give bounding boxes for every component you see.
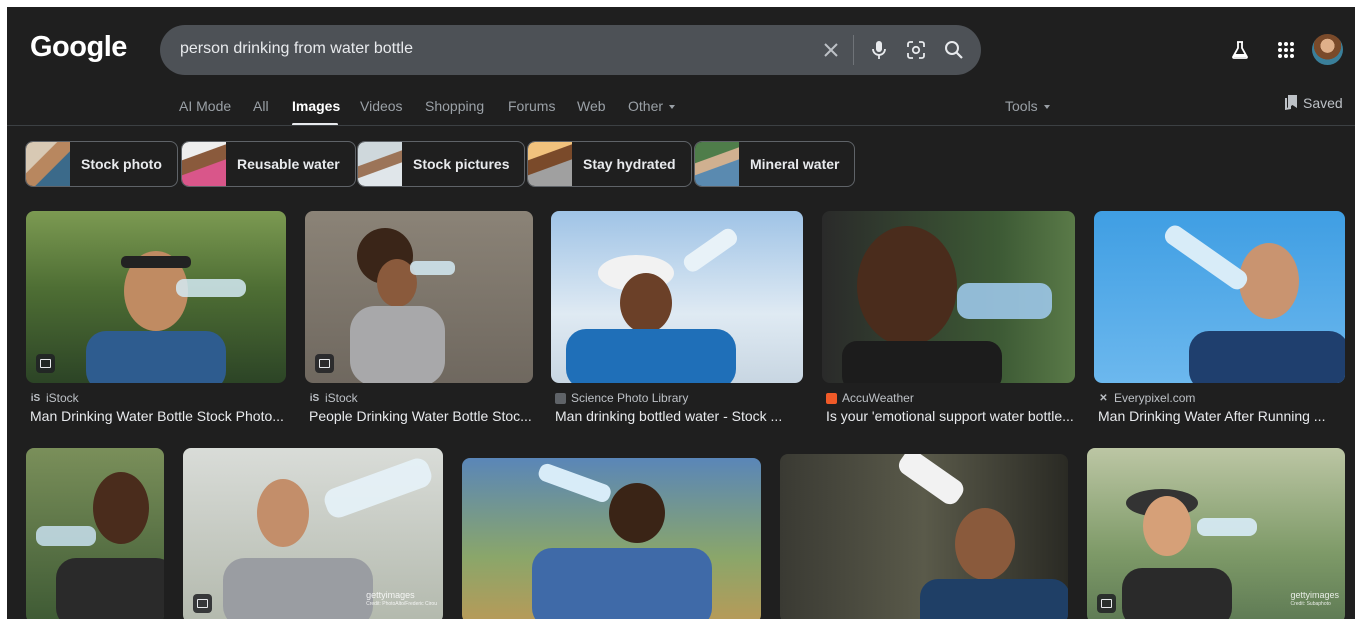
chip-label: Mineral water (750, 156, 840, 172)
lens-icon[interactable] (904, 38, 928, 62)
photo-placeholder (36, 472, 164, 619)
source-label: AccuWeather (842, 391, 914, 405)
photo-placeholder (566, 228, 738, 383)
accuweather-icon (826, 392, 837, 404)
getty-watermark: gettyimages Credit: PhotoAlto/Frederic Ci… (366, 591, 437, 609)
result-title[interactable]: Man Drinking Water After Running ... (1098, 408, 1346, 424)
chip-thumbnail (695, 142, 739, 186)
tools-button[interactable]: Tools (1005, 98, 1050, 114)
result-title[interactable]: Man Drinking Water Bottle Stock Photo... (30, 408, 286, 424)
science-photo-library-icon (555, 392, 566, 404)
result-source[interactable]: ✕ Everypixel.com (1098, 391, 1195, 405)
image-result-6[interactable] (26, 448, 164, 619)
photo-placeholder (898, 454, 1068, 619)
result-source[interactable]: iS iStock (30, 391, 79, 405)
photo-placeholder (532, 463, 712, 619)
tab-other[interactable]: Other (628, 98, 676, 114)
source-label: Science Photo Library (571, 391, 689, 405)
chip-label: Reusable water (237, 156, 340, 172)
chevron-down-icon (669, 105, 676, 110)
chip-thumbnail (358, 142, 402, 186)
bookmark-icon (1285, 95, 1297, 110)
image-result-9[interactable] (780, 454, 1068, 619)
tab-images[interactable]: Images (292, 98, 340, 114)
image-result-2[interactable] (305, 211, 533, 383)
apps-grid-icon[interactable] (1274, 38, 1298, 62)
search-divider (853, 35, 854, 65)
chip-reusable-water[interactable]: Reusable water (181, 141, 356, 187)
image-badge-icon (193, 594, 212, 613)
chip-stock-photo[interactable]: Stock photo (25, 141, 178, 187)
source-label: iStock (46, 391, 79, 405)
image-result-4[interactable] (822, 211, 1075, 383)
photo-placeholder (1164, 225, 1345, 383)
image-result-7[interactable]: gettyimages Credit: PhotoAlto/Frederic Ci… (183, 448, 443, 619)
watermark-credit: Credit: Subaphoto (1290, 601, 1331, 607)
tools-label: Tools (1005, 98, 1038, 114)
image-badge-icon (1097, 594, 1116, 613)
image-badge-icon (36, 354, 55, 373)
istock-icon: iS (30, 392, 41, 404)
source-label: iStock (325, 391, 358, 405)
image-result-1[interactable] (26, 211, 286, 383)
result-source[interactable]: AccuWeather (826, 391, 914, 405)
image-result-10[interactable]: gettyimages Credit: Subaphoto (1087, 448, 1345, 619)
account-avatar[interactable] (1312, 34, 1343, 65)
chip-stay-hydrated[interactable]: Stay hydrated (527, 141, 692, 187)
google-images-page: Google person drinking from water bottle… (7, 7, 1355, 619)
chip-thumbnail (182, 142, 226, 186)
image-result-5[interactable] (1094, 211, 1345, 383)
chip-label: Stock photo (81, 156, 162, 172)
watermark-brand: gettyimages (366, 590, 415, 600)
tab-all[interactable]: All (253, 98, 269, 114)
image-badge-icon (315, 354, 334, 373)
watermark-brand: gettyimages (1290, 590, 1339, 600)
search-input[interactable]: person drinking from water bottle (180, 40, 413, 58)
tab-ai-mode[interactable]: AI Mode (179, 98, 231, 114)
chip-mineral-water[interactable]: Mineral water (694, 141, 856, 187)
labs-flask-icon[interactable] (1228, 38, 1252, 62)
istock-icon: iS (309, 392, 320, 404)
result-source[interactable]: iS iStock (309, 391, 358, 405)
chip-thumbnail (26, 142, 70, 186)
google-logo[interactable]: Google (30, 31, 127, 64)
saved-button[interactable]: Saved (1285, 95, 1343, 111)
result-title[interactable]: Is your 'emotional support water bottle.… (826, 408, 1076, 424)
result-source[interactable]: Science Photo Library (555, 391, 688, 405)
result-title[interactable]: People Drinking Water Bottle Stoc... (309, 408, 533, 424)
chip-stock-pictures[interactable]: Stock pictures (357, 141, 526, 187)
chevron-down-icon (1043, 105, 1050, 110)
photo-placeholder (842, 226, 1052, 383)
nav-divider (7, 125, 1355, 126)
tab-other-label: Other (628, 98, 664, 114)
photo-placeholder (350, 228, 455, 383)
search-bar[interactable]: person drinking from water bottle (160, 25, 981, 75)
image-result-8[interactable] (462, 458, 761, 619)
chip-label: Stay hydrated (583, 156, 676, 172)
tab-forums[interactable]: Forums (508, 98, 555, 114)
photo-placeholder (86, 251, 246, 383)
getty-watermark: gettyimages Credit: Subaphoto (1290, 591, 1339, 609)
search-icon[interactable] (942, 38, 966, 62)
image-result-3[interactable] (551, 211, 803, 383)
tab-videos[interactable]: Videos (360, 98, 403, 114)
result-title[interactable]: Man drinking bottled water - Stock ... (555, 408, 805, 424)
source-label: Everypixel.com (1114, 391, 1196, 405)
chip-label: Stock pictures (413, 156, 510, 172)
microphone-icon[interactable] (867, 38, 891, 62)
clear-icon[interactable] (819, 38, 843, 62)
tab-shopping[interactable]: Shopping (425, 98, 484, 114)
watermark-credit: Credit: PhotoAlto/Frederic Cirou (366, 601, 437, 607)
everypixel-icon: ✕ (1099, 392, 1108, 404)
chip-thumbnail (528, 142, 572, 186)
saved-label: Saved (1303, 95, 1343, 111)
tab-web[interactable]: Web (577, 98, 606, 114)
